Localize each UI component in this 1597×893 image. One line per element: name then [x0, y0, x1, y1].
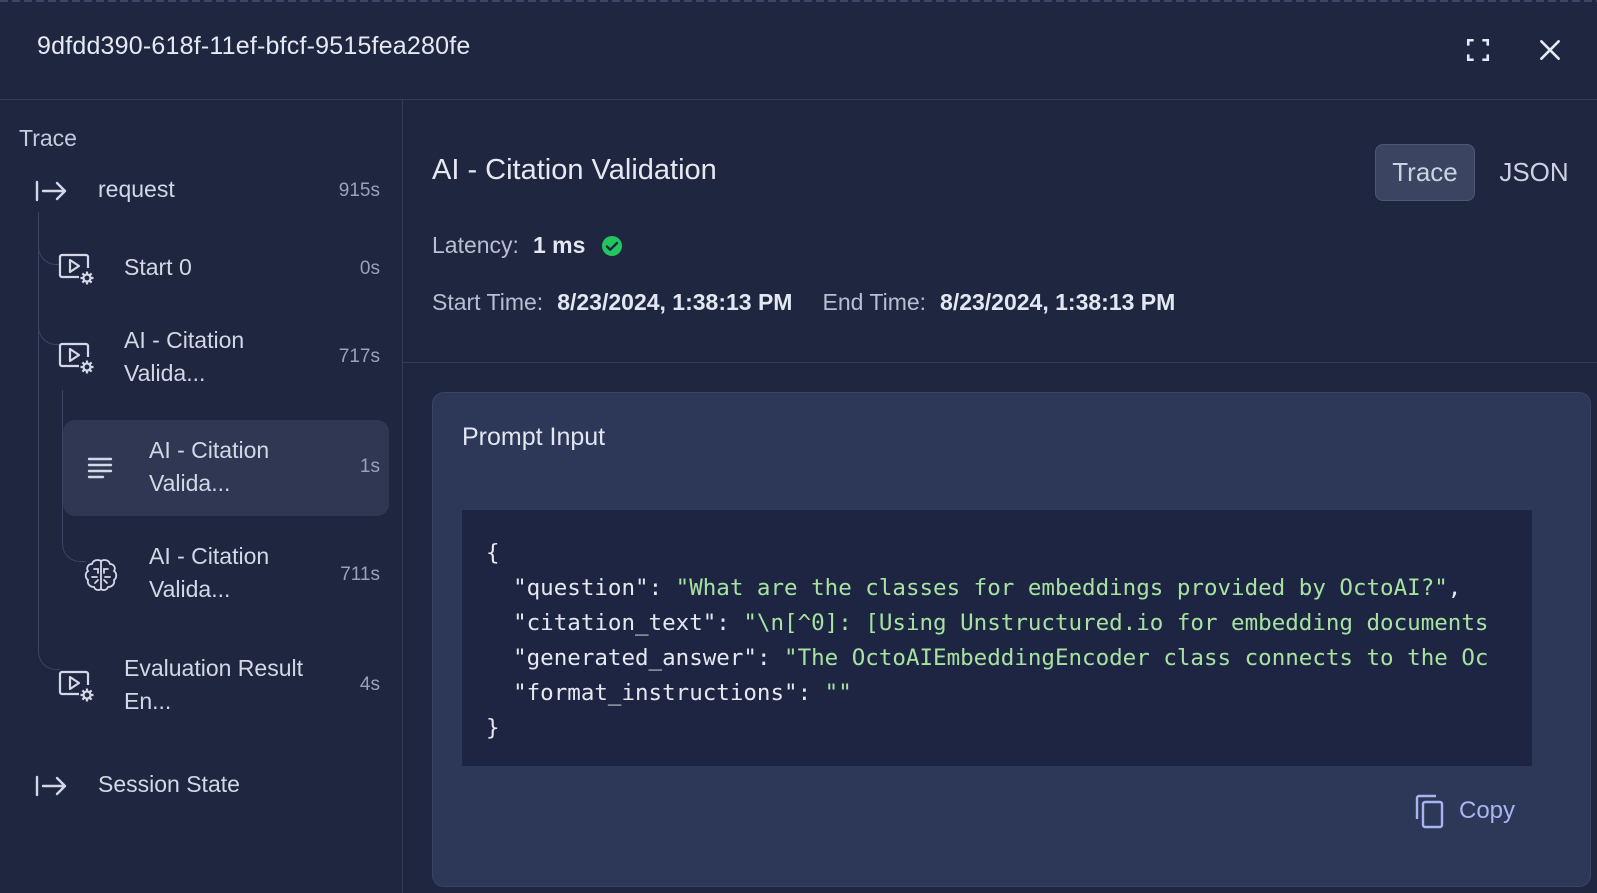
code-key: "generated_answer" [513, 645, 757, 671]
divider [403, 362, 1597, 363]
trace-sidebar: Trace request 915s Start 0 0s AI - Citat… [0, 100, 403, 893]
expand-icon [1466, 38, 1490, 62]
start-time-label: Start Time: [432, 289, 544, 315]
node-duration: 915s [338, 180, 380, 201]
code-brace-open: { [486, 540, 500, 566]
step-heading: AI - Citation Validation [432, 154, 717, 186]
tree-node-start[interactable]: Start 0 0s [55, 246, 380, 290]
node-name: AI - Citation Valida... [149, 543, 270, 602]
copy-label: Copy [1459, 797, 1516, 824]
prompt-input-card: Prompt Input { "question": "What are the… [432, 392, 1591, 887]
end-time-label: End Time: [822, 289, 927, 315]
tab-trace[interactable]: Trace [1375, 144, 1475, 201]
sidebar-label: Trace [19, 125, 77, 151]
node-name: Start 0 [124, 254, 192, 280]
node-duration: 1s [359, 456, 380, 477]
node-duration: 4s [359, 674, 380, 695]
tree-node-citation-validation[interactable]: AI - Citation Valida... 717s [55, 322, 380, 392]
latency-value: 1 ms [532, 232, 586, 258]
arrow-right-to-line-icon [34, 771, 68, 801]
brain-icon [82, 556, 120, 594]
video-settings-icon [57, 667, 95, 703]
code-key: "question" [513, 575, 649, 601]
card-title: Prompt Input [462, 423, 606, 451]
node-duration: 717s [338, 346, 380, 367]
code-value: "What are the classes for embeddings pro… [675, 575, 1448, 601]
code-trail: , [1447, 575, 1462, 601]
expand-button[interactable] [1458, 30, 1498, 70]
close-button[interactable] [1530, 30, 1570, 70]
tree-node-citation-prompt[interactable]: AI - Citation Valida... 1s [63, 420, 389, 516]
start-time-value: 8/23/2024, 1:38:13 PM [557, 289, 793, 315]
tree-connector [38, 212, 39, 652]
latency-row: Latency: 1 ms [432, 232, 623, 259]
prompt-code-block[interactable]: { "question": "What are the classes for … [462, 510, 1532, 766]
node-name: AI - Citation Valida... [149, 437, 270, 496]
node-duration: 0s [359, 258, 380, 279]
copy-button[interactable]: Copy [1413, 793, 1515, 829]
copy-icon [1415, 794, 1444, 829]
code-value: "The OctoAIEmbeddingEncoder class connec… [784, 645, 1489, 671]
code-value: "" [824, 680, 852, 706]
trace-id-title: 9dfdd390-618f-11ef-bfcf-9515fea280fe [37, 32, 471, 60]
tree-node-evaluation-result[interactable]: Evaluation Result En... 4s [55, 650, 380, 720]
node-duration: 711s [340, 564, 380, 585]
video-settings-icon [57, 339, 95, 375]
code-value: "\n[^0]: [Using Unstructured.io for embe… [743, 610, 1489, 636]
modal-header: 9dfdd390-618f-11ef-bfcf-9515fea280fe [0, 0, 1597, 100]
code-key: "citation_text" [513, 610, 717, 636]
tree-node-session-state[interactable]: Session State [30, 765, 380, 809]
end-time-value: 8/23/2024, 1:38:13 PM [940, 289, 1176, 315]
arrow-right-to-line-icon [34, 176, 68, 206]
trace-modal: 9dfdd390-618f-11ef-bfcf-9515fea280fe Tra… [0, 0, 1597, 893]
node-name: Evaluation Result En... [124, 655, 303, 714]
tree-node-citation-llm[interactable]: AI - Citation Valida... 711s [80, 540, 380, 610]
node-name: request [98, 176, 175, 202]
code-key: "format_instructions" [513, 680, 798, 706]
close-icon [1540, 40, 1560, 60]
latency-label: Latency: [432, 232, 519, 258]
node-name: Session State [98, 771, 240, 797]
text-lines-icon [83, 452, 117, 484]
node-name: AI - Citation Valida... [124, 327, 245, 386]
tree-node-request[interactable]: request 915s [30, 170, 380, 214]
check-circle-icon [601, 235, 623, 257]
time-row: Start Time: 8/23/2024, 1:38:13 PM End Ti… [432, 289, 1175, 316]
video-settings-icon [57, 250, 95, 286]
code-brace-close: } [486, 715, 500, 741]
detail-panel: AI - Citation Validation Trace JSON Late… [403, 100, 1597, 893]
tab-json[interactable]: JSON [1484, 144, 1584, 201]
